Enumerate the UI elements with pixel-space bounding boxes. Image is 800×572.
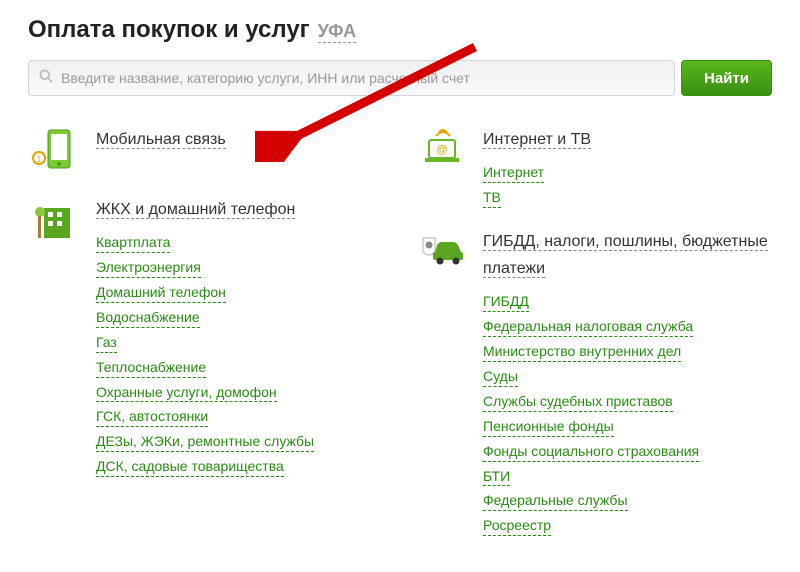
category-title-gov[interactable]: ГИБДД, налоги, пошлины, бюджетные платеж… [483,233,768,278]
category-internet: @ Интернет и ТВ Интернет ТВ [415,126,772,208]
sublink[interactable]: Пенсионные фонды [483,417,614,437]
sublink[interactable]: Интернет [483,163,544,183]
sublink[interactable]: Фонды социального страхования [483,442,699,462]
category-utilities: ЖКХ и домашний телефон Квартплата Электр… [28,196,385,477]
sublink[interactable]: Домашний телефон [96,283,226,303]
sublist-gov: ГИБДД Федеральная налоговая служба Минис… [483,292,772,536]
sublink[interactable]: БТИ [483,467,510,487]
sublink[interactable]: Федеральные службы [483,491,628,511]
categories-grid: 1 Мобильная связь [28,126,772,556]
page-header: Оплата покупок и услуг УФА [28,16,772,44]
sublink[interactable]: Электроэнергия [96,258,201,278]
sublink[interactable]: Охранные услуги, домофон [96,383,277,403]
sublink[interactable]: Теплоснабжение [96,358,206,378]
sublink[interactable]: ДСК, садовые товарищества [96,457,284,477]
search-row: Найти [28,60,772,96]
sublink[interactable]: Службы судебных приставов [483,392,673,412]
search-button[interactable]: Найти [681,60,772,96]
search-box[interactable] [28,60,675,96]
sublink[interactable]: Квартплата [96,233,170,253]
category-gov: ГИБДД, налоги, пошлины, бюджетные платеж… [415,228,772,536]
sublist-internet: Интернет ТВ [483,163,772,208]
sublink[interactable]: ТВ [483,188,501,208]
search-icon [39,69,53,88]
right-column: @ Интернет и ТВ Интернет ТВ [415,126,772,556]
building-icon [28,196,82,477]
sublist-utilities: Квартплата Электроэнергия Домашний телеф… [96,233,385,477]
sublink[interactable]: ГИБДД [483,292,529,312]
sublink[interactable]: Суды [483,367,518,387]
sublink[interactable]: Газ [96,333,117,353]
car-shield-icon [415,228,469,536]
search-input[interactable] [61,70,664,86]
city-selector[interactable]: УФА [318,21,356,43]
category-title-internet[interactable]: Интернет и ТВ [483,131,591,149]
category-title-utilities[interactable]: ЖКХ и домашний телефон [96,201,295,219]
left-column: 1 Мобильная связь [28,126,385,556]
sublink[interactable]: Росреестр [483,516,551,536]
svg-text:1: 1 [37,155,42,164]
sublink[interactable]: Водоснабжение [96,308,200,328]
svg-text:@: @ [436,144,447,156]
sublink[interactable]: Министерство внутренних дел [483,342,681,362]
sublink[interactable]: ГСК, автостоянки [96,407,208,427]
category-title-mobile[interactable]: Мобильная связь [96,131,226,149]
category-mobile: 1 Мобильная связь [28,126,385,176]
page-title: Оплата покупок и услуг [28,16,310,44]
sublink[interactable]: ДЕЗы, ЖЭКи, ремонтные службы [96,432,314,452]
sublink[interactable]: Федеральная налоговая служба [483,317,693,337]
laptop-icon: @ [415,126,469,208]
phone-icon: 1 [28,126,82,176]
